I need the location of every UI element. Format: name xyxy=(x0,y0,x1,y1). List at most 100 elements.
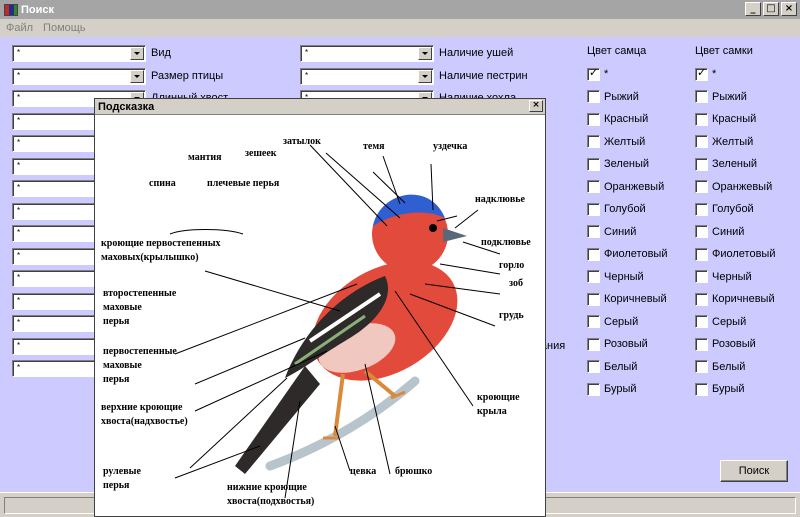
checkbox-female_color-14[interactable]: Бурый xyxy=(695,382,745,396)
checkbox-label: Фиолетовый xyxy=(712,248,776,260)
checkbox-male_color-1[interactable]: Рыжий xyxy=(587,90,639,104)
checkbox[interactable] xyxy=(695,90,708,103)
menu-file[interactable]: Файл xyxy=(6,22,33,34)
window-titlebar[interactable]: Поиск _ □ × xyxy=(0,0,800,19)
checkbox-label: Синий xyxy=(604,225,637,238)
checkbox[interactable] xyxy=(695,292,708,306)
checkbox-male_color-10[interactable]: Коричневый xyxy=(587,292,667,306)
combo-left_fields-1[interactable]: * xyxy=(12,67,146,85)
checkbox-male_color-4[interactable]: Зеленый xyxy=(587,157,649,171)
checkbox[interactable] xyxy=(695,66,708,81)
label-vtor-2: маховые xyxy=(103,302,142,313)
checkbox-female_color-4[interactable]: Зеленый xyxy=(695,157,757,171)
checkbox[interactable] xyxy=(587,112,600,126)
hint-titlebar[interactable]: Подсказка × xyxy=(95,99,545,115)
checkbox-female_color-3[interactable]: Желтый xyxy=(695,135,753,149)
checkbox[interactable] xyxy=(587,225,600,238)
field-label: Наличие ушей xyxy=(439,47,514,59)
female-color-header: Цвет самки xyxy=(695,45,753,57)
checkbox-label: Красный xyxy=(604,113,649,125)
combo-value: * xyxy=(17,48,21,57)
checkbox-female_color-6[interactable]: Голубой xyxy=(695,202,754,216)
checkbox-female_color-12[interactable]: Розовый xyxy=(695,337,756,351)
checkbox-female_color-13[interactable]: Белый xyxy=(695,360,745,374)
checkbox-male_color-3[interactable]: Желтый xyxy=(587,135,645,149)
checkbox-female_color-7[interactable]: Синий xyxy=(695,225,744,239)
checkbox-male_color-12[interactable]: Розовый xyxy=(587,337,648,351)
checkbox-female_color-5[interactable]: Оранжевый xyxy=(695,180,772,194)
checkbox[interactable] xyxy=(587,66,600,81)
chevron-down-icon[interactable] xyxy=(130,47,144,60)
combo-value: * xyxy=(17,160,21,170)
checkbox[interactable] xyxy=(695,270,708,283)
checkbox-female_color-8[interactable]: Фиолетовый xyxy=(695,247,775,261)
checkbox[interactable] xyxy=(587,315,600,328)
window-title: Поиск xyxy=(21,3,55,16)
checkbox-female_color-11[interactable]: Серый xyxy=(695,315,746,329)
checkbox-male_color-2[interactable]: Красный xyxy=(587,112,648,126)
label-zob: зоб xyxy=(509,278,523,289)
checkbox[interactable] xyxy=(695,157,708,171)
hint-close-button[interactable]: × xyxy=(529,100,543,112)
checkbox[interactable] xyxy=(695,382,708,396)
window-controls: _ □ × xyxy=(745,2,797,16)
checkbox[interactable] xyxy=(695,112,708,126)
checkbox[interactable] xyxy=(587,247,600,261)
checkbox[interactable] xyxy=(695,337,708,351)
label-perv-1: первостепенные xyxy=(103,346,177,357)
search-button[interactable]: Поиск xyxy=(720,460,788,482)
checkbox-male_color-7[interactable]: Синий xyxy=(587,225,636,239)
checkbox[interactable] xyxy=(695,180,708,193)
checkbox[interactable] xyxy=(695,360,708,373)
checkbox[interactable] xyxy=(587,90,600,103)
checkbox-label: Фиолетовый xyxy=(604,248,668,260)
checkbox[interactable] xyxy=(587,382,600,396)
checkbox-male_color-6[interactable]: Голубой xyxy=(587,202,646,216)
combo-mid_fields-0[interactable]: * xyxy=(300,45,434,62)
checkbox-male_color-11[interactable]: Серый xyxy=(587,315,638,329)
label-kroyushie-kryla-1: кроющие xyxy=(477,392,520,403)
app-icon xyxy=(4,3,18,16)
checkbox-label: Черный xyxy=(604,270,644,283)
checkbox-label: Оранжевый xyxy=(712,180,773,193)
checkbox[interactable] xyxy=(587,202,600,216)
combo-value: * xyxy=(17,318,21,327)
checkbox-male_color-9[interactable]: Черный xyxy=(587,270,644,284)
checkbox-male_color-0[interactable]: * xyxy=(587,66,608,81)
menu-help[interactable]: Помощь xyxy=(43,22,86,34)
checkbox-female_color-10[interactable]: Коричневый xyxy=(695,292,775,306)
checkbox-male_color-13[interactable]: Белый xyxy=(587,360,637,374)
combo-value: * xyxy=(17,295,21,305)
combo-value: * xyxy=(17,250,21,260)
checkbox[interactable] xyxy=(695,247,708,261)
checkbox[interactable] xyxy=(587,135,600,148)
checkbox[interactable] xyxy=(587,292,600,306)
checkbox[interactable] xyxy=(587,360,600,373)
combo-mid_fields-1[interactable]: * xyxy=(300,67,434,85)
checkbox-female_color-2[interactable]: Красный xyxy=(695,112,756,126)
checkbox-female_color-9[interactable]: Черный xyxy=(695,270,752,284)
checkbox-male_color-14[interactable]: Бурый xyxy=(587,382,637,396)
chevron-down-icon[interactable] xyxy=(418,47,432,60)
minimize-button[interactable]: _ xyxy=(745,2,761,16)
checkbox[interactable] xyxy=(695,225,708,238)
checkbox[interactable] xyxy=(587,270,600,283)
checkbox[interactable] xyxy=(695,135,708,148)
combo-value: * xyxy=(17,273,21,282)
label-verhnie-2: хвоста(надхвостье) xyxy=(101,416,188,427)
combo-left_fields-0[interactable]: * xyxy=(12,45,146,62)
checkbox[interactable] xyxy=(587,180,600,193)
checkbox[interactable] xyxy=(587,337,600,351)
checkbox-female_color-0[interactable]: * xyxy=(695,66,716,81)
checkbox-male_color-8[interactable]: Фиолетовый xyxy=(587,247,667,261)
checkbox[interactable] xyxy=(695,202,708,216)
checkbox-female_color-1[interactable]: Рыжий xyxy=(695,90,747,104)
maximize-button[interactable]: □ xyxy=(763,2,779,16)
close-button[interactable]: × xyxy=(781,2,797,16)
checkbox[interactable] xyxy=(587,157,600,171)
checkbox[interactable] xyxy=(695,315,708,328)
chevron-down-icon[interactable] xyxy=(418,69,432,83)
label-perv-3: перья xyxy=(103,374,130,385)
chevron-down-icon[interactable] xyxy=(130,69,144,83)
checkbox-male_color-5[interactable]: Оранжевый xyxy=(587,180,664,194)
